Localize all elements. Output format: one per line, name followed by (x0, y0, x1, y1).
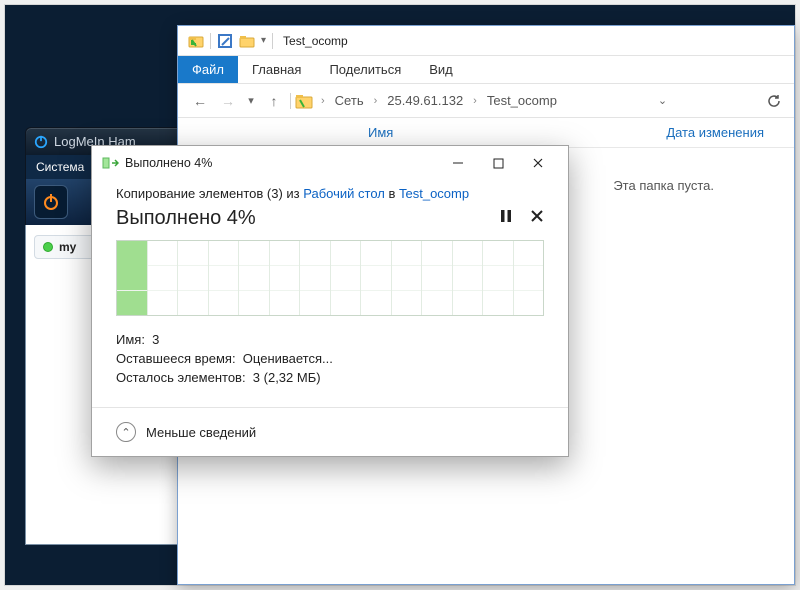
minimize-button[interactable] (438, 149, 478, 177)
tab-view[interactable]: Вид (415, 56, 467, 83)
dest-link[interactable]: Test_ocomp (399, 186, 469, 201)
column-name[interactable]: Имя (178, 125, 478, 140)
copy-dialog: Выполнено 4% Копирование элементов (3) и… (91, 145, 569, 457)
name-label: Имя: (116, 332, 145, 347)
power-icon (41, 192, 61, 212)
divider (272, 33, 273, 49)
power-button[interactable] (34, 185, 68, 219)
remain-label: Осталось элементов: (116, 370, 246, 385)
nav-forward-button[interactable]: → (216, 89, 240, 113)
window-title: Test_ocomp (283, 34, 348, 48)
column-headers: Имя Дата изменения (178, 118, 794, 148)
chart-cell (239, 241, 270, 315)
maximize-icon (493, 158, 504, 169)
crumb-root[interactable]: Сеть (335, 93, 364, 108)
nav-history-dropdown[interactable]: ▾ (244, 94, 258, 107)
source-link[interactable]: Рабочий стол (303, 186, 385, 201)
nav-up-button[interactable]: ↑ (262, 89, 286, 113)
name-value: 3 (152, 332, 159, 347)
chart-cell (117, 241, 148, 315)
chart-cell (331, 241, 362, 315)
empty-folder-text: Эта папка пуста. (613, 178, 714, 193)
qat-newfolder-icon[interactable] (239, 33, 255, 49)
chart-cell (453, 241, 484, 315)
divider (290, 93, 291, 109)
chart-cell (392, 241, 423, 315)
tab-share[interactable]: Поделиться (315, 56, 415, 83)
remain-value: 3 (2,32 МБ) (253, 370, 321, 385)
chevron-up-icon: ⌃ (116, 422, 136, 442)
refresh-icon (767, 94, 781, 108)
address-bar: ← → ▾ ↑ › Сеть › 25.49.61.132 › Test_oco… (178, 84, 794, 118)
time-value: Оценивается... (243, 351, 333, 366)
crumb-host[interactable]: 25.49.61.132 (387, 93, 463, 108)
qat-dropdown-icon[interactable]: ▾ (261, 35, 266, 46)
qat-properties-icon[interactable] (217, 33, 233, 49)
status-online-icon (43, 242, 53, 252)
close-icon (532, 157, 544, 169)
copy-details: Имя: 3 Оставшееся время: Оценивается... … (116, 332, 544, 385)
chart-cell (270, 241, 301, 315)
chart-cell (148, 241, 179, 315)
chart-cell (514, 241, 544, 315)
copy-source-line: Копирование элементов (3) из Рабочий сто… (116, 186, 544, 201)
pause-button[interactable] (500, 209, 512, 228)
chart-cell (483, 241, 514, 315)
minimize-icon (452, 157, 464, 169)
logmein-logo-icon (34, 135, 48, 149)
speed-chart (116, 240, 544, 316)
chart-bar (117, 241, 147, 315)
copy-app-icon (102, 157, 119, 169)
pause-icon (500, 209, 512, 223)
chart-cell (300, 241, 331, 315)
copy-status-line: Выполнено 4% (116, 207, 544, 230)
chart-cell (361, 241, 392, 315)
refresh-button[interactable] (764, 91, 784, 111)
address-dropdown[interactable]: ⌄ (655, 94, 669, 107)
copy-title-text: Выполнено 4% (125, 156, 212, 170)
chart-cell (178, 241, 209, 315)
tab-home[interactable]: Главная (238, 56, 315, 83)
chart-cell (422, 241, 453, 315)
explorer-titlebar[interactable]: ▾ Test_ocomp (178, 26, 794, 56)
tab-file[interactable]: Файл (178, 56, 238, 83)
folder-icon (295, 92, 313, 110)
chevron-right-icon: › (321, 95, 325, 107)
fewer-details-label: Меньше сведений (146, 425, 256, 440)
time-label: Оставшееся время: (116, 351, 236, 366)
chart-cell (209, 241, 240, 315)
crumb-folder[interactable]: Test_ocomp (487, 93, 557, 108)
cancel-icon (530, 209, 544, 223)
fewer-details-row[interactable]: ⌃ Меньше сведений (92, 407, 568, 456)
chevron-right-icon: › (374, 95, 378, 107)
column-date[interactable]: Дата изменения (666, 125, 794, 140)
divider (210, 33, 211, 49)
app-icon (188, 33, 204, 49)
ribbon-tabs: Файл Главная Поделиться Вид (178, 56, 794, 84)
copy-status-text: Выполнено 4% (116, 207, 256, 230)
logmein-tab-system[interactable]: Система (36, 160, 84, 174)
nav-back-button[interactable]: ← (188, 89, 212, 113)
maximize-button[interactable] (478, 149, 518, 177)
breadcrumb[interactable]: › Сеть › 25.49.61.132 › Test_ocomp (317, 93, 561, 108)
close-button[interactable] (518, 149, 558, 177)
chevron-right-icon: › (473, 95, 477, 107)
cancel-button[interactable] (530, 209, 544, 228)
copy-titlebar[interactable]: Выполнено 4% (92, 146, 568, 180)
list-item-label: my (59, 240, 76, 254)
